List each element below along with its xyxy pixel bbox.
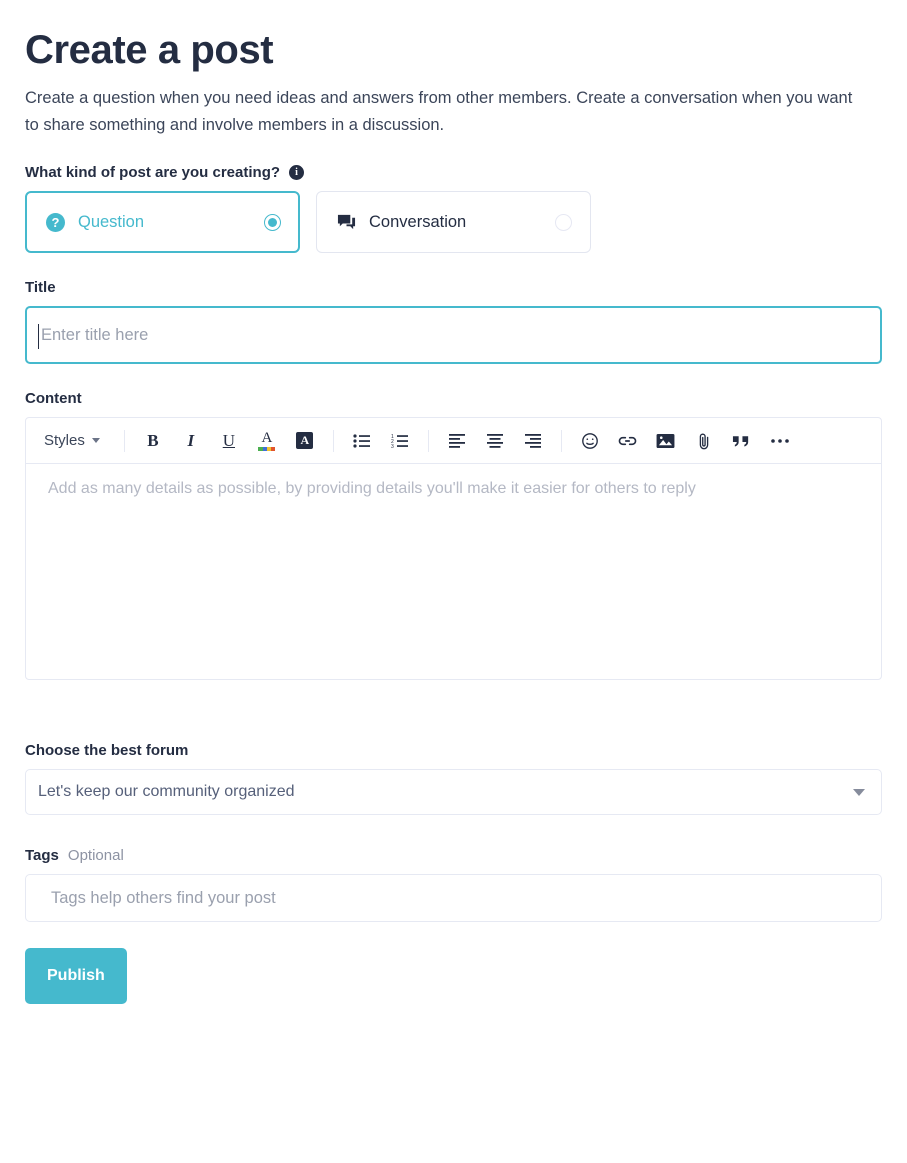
styles-dropdown[interactable]: Styles: [38, 426, 109, 456]
content-label: Content: [25, 390, 82, 408]
post-type-options: ? Question Conversation: [25, 191, 882, 254]
highlight-color-button[interactable]: A: [286, 426, 324, 456]
toolbar-divider: [427, 429, 429, 452]
post-type-label-text: What kind of post are you creating?: [25, 164, 281, 182]
forum-label: Choose the best forum: [25, 742, 189, 760]
post-type-option-conversation[interactable]: Conversation: [316, 191, 591, 254]
tags-input[interactable]: Tags help others find your post: [25, 874, 882, 923]
post-type-option-conversation-label: Conversation: [369, 212, 467, 231]
info-icon[interactable]: i: [289, 165, 305, 181]
page-title: Create a post: [25, 28, 274, 72]
chevron-down-icon: [91, 438, 100, 444]
publish-button[interactable]: Publish: [25, 948, 127, 1005]
italic-button[interactable]: I: [172, 426, 210, 456]
content-input-placeholder: Add as many details as possible, by prov…: [48, 480, 696, 498]
blockquote-button[interactable]: [723, 426, 761, 456]
svg-text:3: 3: [391, 444, 394, 449]
question-circle-icon: ?: [46, 212, 65, 232]
comment-bubble-icon: [337, 213, 356, 232]
chevron-down-icon: [853, 788, 865, 796]
bulleted-list-button[interactable]: [343, 426, 381, 456]
toolbar-divider: [123, 429, 125, 452]
content-editor: Styles B I U A A 1 2 3 Add as many detai…: [25, 417, 882, 681]
tags-optional-text: Optional: [67, 847, 124, 865]
more-options-button[interactable]: [761, 426, 799, 456]
highlight-icon: A: [296, 432, 314, 450]
align-right-button[interactable]: [514, 426, 552, 456]
title-input-placeholder: Enter title here: [41, 325, 149, 344]
editor-toolbar: Styles B I U A A 1 2 3: [26, 418, 881, 465]
styles-dropdown-label: Styles: [44, 432, 85, 450]
post-type-option-question-label: Question: [78, 212, 145, 231]
tags-label: Tags Optional: [25, 847, 882, 864]
bold-button[interactable]: B: [134, 426, 172, 456]
create-post-page: Create a post Create a question when you…: [0, 0, 907, 1005]
numbered-list-button[interactable]: 123: [381, 426, 419, 456]
forum-select-value: Let's keep our community organized: [38, 783, 295, 801]
tags-input-placeholder: Tags help others find your post: [51, 888, 276, 907]
text-caret: [38, 324, 39, 350]
toolbar-divider: [332, 429, 334, 452]
link-button[interactable]: [609, 426, 647, 456]
content-input[interactable]: Add as many details as possible, by prov…: [26, 464, 881, 679]
text-color-button[interactable]: A: [248, 426, 286, 456]
post-type-radio-question[interactable]: [264, 213, 281, 231]
image-button[interactable]: [647, 426, 685, 456]
tags-label-text: Tags: [25, 847, 59, 865]
title-label: Title: [25, 279, 56, 297]
text-color-icon: A: [258, 430, 276, 451]
post-type-radio-conversation[interactable]: [555, 213, 572, 231]
align-left-button[interactable]: [438, 426, 476, 456]
align-center-button[interactable]: [476, 426, 514, 456]
emoji-button[interactable]: [571, 426, 609, 456]
attachment-button[interactable]: [685, 426, 723, 456]
post-type-option-question[interactable]: ? Question: [25, 191, 300, 254]
page-description: Create a question when you need ideas an…: [25, 88, 853, 134]
title-input[interactable]: Enter title here: [25, 306, 882, 365]
forum-select[interactable]: Let's keep our community organized: [25, 769, 882, 816]
underline-button[interactable]: U: [210, 426, 248, 456]
toolbar-divider: [560, 429, 562, 452]
post-type-label: What kind of post are you creating? i: [25, 164, 882, 181]
